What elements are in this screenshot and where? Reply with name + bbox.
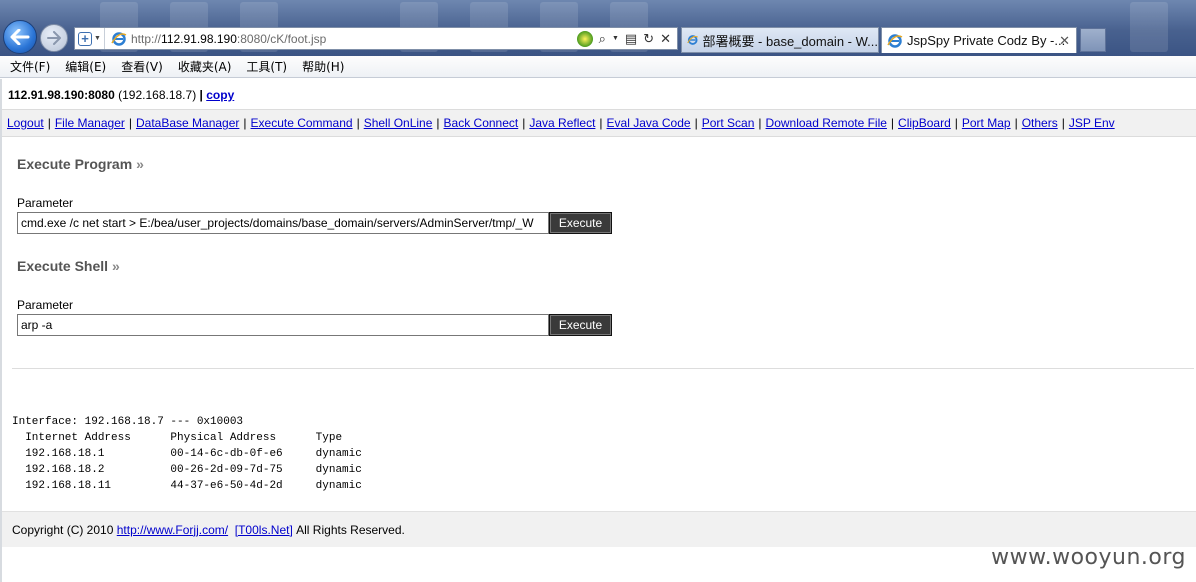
address-tools: ⌕ ▼ ▤ ↻ ✕ (576, 30, 677, 47)
nav-eval-java-code[interactable]: Eval Java Code (607, 116, 691, 130)
separator: | (694, 116, 698, 130)
separator: | (47, 116, 51, 130)
separator: | (199, 88, 203, 102)
execute-shell-title: Execute Shell » (17, 258, 120, 274)
page-content: 112.91.98.190:8080 (192.168.18.7) | copy… (0, 79, 1196, 582)
nav-execute-command[interactable]: Execute Command (251, 116, 353, 130)
nav-file-manager[interactable]: File Manager (55, 116, 125, 130)
nav-java-reflect[interactable]: Java Reflect (529, 116, 595, 130)
menu-file[interactable]: 文件(F) (4, 58, 56, 75)
back-button[interactable] (3, 20, 37, 54)
browser-toolbar: + ▼ http://112.91.98.190:8080/cK/foot.js… (0, 0, 1196, 56)
menu-view[interactable]: 查看(V) (115, 58, 169, 75)
chevron-down-icon[interactable]: ▼ (612, 35, 619, 42)
divider (12, 368, 1194, 369)
url-text[interactable]: http://112.91.98.190:8080/cK/foot.jsp (131, 32, 326, 46)
ie-logo-icon (111, 31, 127, 46)
execute-program-button[interactable]: Execute (549, 212, 612, 234)
section-title-text: Execute Program (17, 156, 133, 172)
separator: | (1014, 116, 1018, 130)
close-tab-icon[interactable]: ✕ (1059, 33, 1070, 49)
refresh-icon[interactable]: ↻ (643, 31, 654, 47)
rights-text: All Rights Reserved. (296, 522, 405, 537)
nav-back-connect[interactable]: Back Connect (444, 116, 519, 130)
section-title-text: Execute Shell (17, 258, 109, 274)
browser-tab[interactable]: 部署概要 - base_domain - W... (681, 27, 879, 53)
shell-parameter-input[interactable]: arp -a (17, 314, 549, 336)
url-scheme: http:// (131, 31, 162, 46)
nav-port-scan[interactable]: Port Scan (702, 116, 755, 130)
new-tab-button[interactable] (1080, 28, 1106, 52)
add-favorite-button[interactable]: + ▼ (75, 28, 105, 49)
forward-arrow-icon (47, 31, 61, 45)
compat-view-icon[interactable] (576, 30, 593, 47)
menu-edit[interactable]: 编辑(E) (59, 58, 112, 75)
address-bar[interactable]: + ▼ http://112.91.98.190:8080/cK/foot.js… (74, 27, 678, 50)
ie-logo-icon (887, 33, 903, 48)
back-arrow-icon (10, 29, 30, 45)
page-icon[interactable]: ▤ (625, 31, 637, 47)
separator: | (890, 116, 895, 130)
tab-title: 部署概要 - base_domain - W... (702, 33, 878, 49)
separator: | (128, 116, 132, 130)
nav-clipboard[interactable]: ClipBoard (898, 116, 951, 130)
separator: | (356, 116, 360, 130)
execute-program-title: Execute Program » (17, 156, 144, 172)
menu-favorites[interactable]: 收藏夹(A) (172, 58, 238, 75)
plus-icon: + (78, 31, 93, 46)
separator: | (522, 116, 526, 130)
parameter-label: Parameter (17, 196, 74, 210)
t00ls-link[interactable]: [T00ls.Net] (235, 523, 293, 537)
tab-title: JspSpy Private Codz By -... (907, 33, 1066, 48)
watermark: www.wooyun.org (991, 545, 1186, 570)
execute-shell-button[interactable]: Execute (549, 314, 612, 336)
separator: | (243, 116, 247, 130)
ie-logo-icon (687, 35, 698, 45)
desktop-deco (1130, 2, 1168, 52)
nav-download-remote-file[interactable]: Download Remote File (766, 116, 887, 130)
separator: | (954, 116, 958, 130)
nav-others[interactable]: Others (1022, 116, 1058, 130)
footer: Copyright (C) 2010 http://www.Forjj.com/… (2, 511, 1196, 547)
nav-shell-online[interactable]: Shell OnLine (364, 116, 433, 130)
separator: | (758, 116, 762, 130)
browser-tab-active[interactable]: JspSpy Private Codz By -... ✕ (881, 27, 1077, 53)
raquo-glyph: » (111, 258, 120, 274)
nav-logout[interactable]: Logout (7, 116, 44, 130)
command-output: Interface: 192.168.18.7 --- 0x10003 Inte… (12, 416, 362, 492)
copyright-text: Copyright (C) 2010 (12, 522, 114, 537)
raquo-glyph: » (136, 156, 144, 172)
forjj-link[interactable]: http://www.Forjj.com/ (117, 523, 228, 537)
parameter-label: Parameter (17, 298, 74, 312)
host-info: 112.91.98.190:8080 (192.168.18.7) | copy (8, 88, 234, 102)
url-host: 112.91.98.190 (161, 31, 237, 46)
separator: | (599, 116, 603, 130)
separator: | (1061, 116, 1065, 130)
host-ip: (192.168.18.7) (118, 88, 197, 102)
url-path: :8080/cK/foot.jsp (236, 31, 327, 46)
nav-database-manager[interactable]: DataBase Manager (136, 116, 239, 130)
program-parameter-input[interactable]: cmd.exe /c net start > E:/bea/user_proje… (17, 212, 549, 234)
host-address: 112.91.98.190:8080 (8, 88, 115, 102)
copy-link[interactable]: copy (206, 88, 234, 102)
search-icon[interactable]: ⌕ (599, 31, 606, 47)
separator: | (436, 116, 440, 130)
chevron-down-icon: ▼ (94, 35, 101, 42)
menu-tools[interactable]: 工具(T) (240, 58, 293, 75)
nav-port-map[interactable]: Port Map (962, 116, 1011, 130)
menu-bar: 文件(F) 编辑(E) 查看(V) 收藏夹(A) 工具(T) 帮助(H) (0, 56, 1196, 78)
stop-icon[interactable]: ✕ (660, 31, 671, 47)
nav-jsp-env[interactable]: JSP Env (1069, 116, 1115, 130)
forward-button[interactable] (40, 24, 68, 52)
jsp-nav-menu: Logout | File Manager | DataBase Manager | … (2, 109, 1196, 137)
menu-help[interactable]: 帮助(H) (296, 58, 350, 75)
